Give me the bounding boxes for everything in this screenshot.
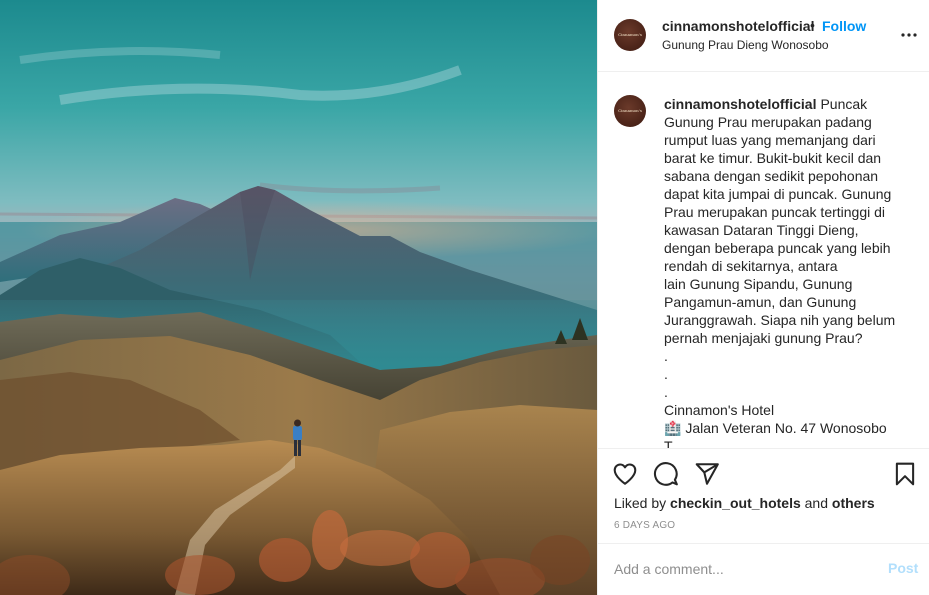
- liked-by-user-link[interactable]: checkin_out_hotels: [670, 495, 801, 511]
- save-bookmark-icon[interactable]: [892, 461, 918, 487]
- location-link[interactable]: Gunung Prau Dieng Wonosobo: [662, 38, 829, 52]
- account-avatar[interactable]: Cinnamon's: [614, 19, 646, 51]
- post-caption: cinnamonshotelofficial Puncak Gunung Prau…: [664, 95, 904, 448]
- post-comment-button[interactable]: Post: [888, 560, 918, 576]
- follow-button[interactable]: Follow: [822, 18, 866, 34]
- account-username[interactable]: cinnamonshotelofficial: [662, 18, 814, 34]
- comment-bubble-icon[interactable]: [653, 461, 679, 487]
- caption-section: Cinnamon's cinnamonshotelofficial Puncak …: [598, 73, 929, 448]
- post-timestamp[interactable]: 6 DAYS AGO: [614, 520, 675, 531]
- likes-summary: Liked by checkin_out_hotels and others: [614, 495, 875, 511]
- avatar-logo: Cinnamon's: [618, 108, 642, 113]
- caption-avatar[interactable]: Cinnamon's: [614, 95, 646, 127]
- header-separator: •: [810, 17, 815, 33]
- likes-joiner: and: [804, 495, 828, 511]
- caption-username[interactable]: cinnamonshotelofficial: [664, 96, 816, 112]
- like-heart-icon[interactable]: [612, 461, 638, 487]
- post-actions: Liked by checkin_out_hotels and others 6…: [598, 448, 929, 594]
- post-photo[interactable]: [0, 0, 597, 595]
- post-side-panel: Cinnamon's cinnamonshotelofficial • Foll…: [597, 0, 929, 595]
- caption-text: Puncak Gunung Prau merupakan padang rump…: [664, 96, 896, 448]
- add-comment-bar: Post: [598, 543, 929, 595]
- more-options-icon[interactable]: [900, 26, 918, 44]
- share-send-icon[interactable]: [694, 461, 720, 487]
- post-header: Cinnamon's cinnamonshotelofficial • Foll…: [598, 0, 929, 72]
- mountain-landscape-image: [0, 0, 597, 595]
- likes-prefix: Liked by: [614, 495, 667, 511]
- instagram-post: Cinnamon's cinnamonshotelofficial • Foll…: [0, 0, 929, 595]
- avatar-logo: Cinnamon's: [618, 32, 642, 37]
- likes-others-link[interactable]: others: [832, 495, 875, 511]
- comment-input[interactable]: [614, 558, 874, 580]
